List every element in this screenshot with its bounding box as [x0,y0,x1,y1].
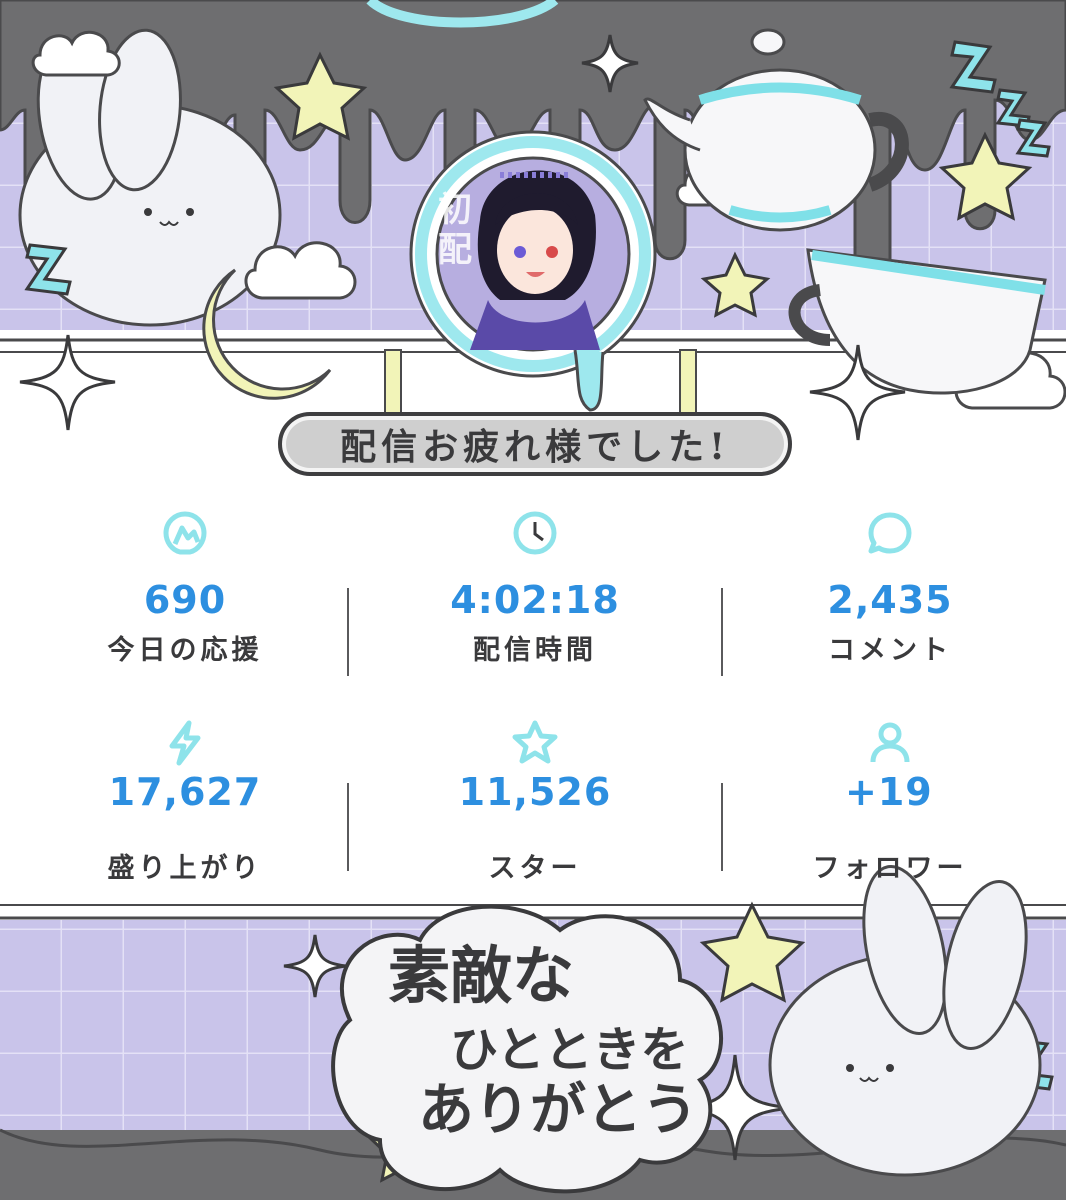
thanks-line-3: ありがとう [418,1077,698,1143]
stat-excitement: 17,627 盛り上がり [55,718,315,885]
stat-label: 今日の応援 [107,635,263,666]
divider [347,783,349,871]
stat-label: 配信時間 [473,635,597,666]
page-title: 配信お疲れ様でした! [340,426,730,468]
thanks-line-1: 素敵な [388,939,575,1012]
stat-followers: +19 フォロワー [760,718,1020,885]
clock-icon [513,511,557,555]
stat-comments: 2,435 コメント [760,508,1020,667]
comment-icon [868,512,912,554]
title-banner: 配信お疲れ様でした! [278,412,792,476]
stat-cheer: 690 今日の応援 [55,508,315,667]
star-icon [512,720,558,764]
stat-label: コメント [828,635,952,666]
stat-value: 11,526 [458,770,612,814]
stat-value: 17,627 [108,770,262,814]
divider [721,588,723,676]
stat-value: 2,435 [827,578,953,622]
avatar[interactable] [437,158,629,350]
stat-value: 4:02:18 [450,578,620,622]
lightning-icon [169,720,201,766]
stat-value: 690 [143,578,227,622]
divider [347,588,349,676]
stat-label: フォロワー [812,853,968,884]
divider [721,783,723,871]
stat-label: スター [488,853,582,884]
person-icon [870,722,910,763]
stat-stars: 11,526 スター [405,718,665,885]
stat-stream-time: 4:02:18 配信時間 [405,508,665,667]
cheer-icon [163,511,207,555]
stat-label: 盛り上がり [107,853,263,884]
stat-value: +19 [845,770,933,814]
